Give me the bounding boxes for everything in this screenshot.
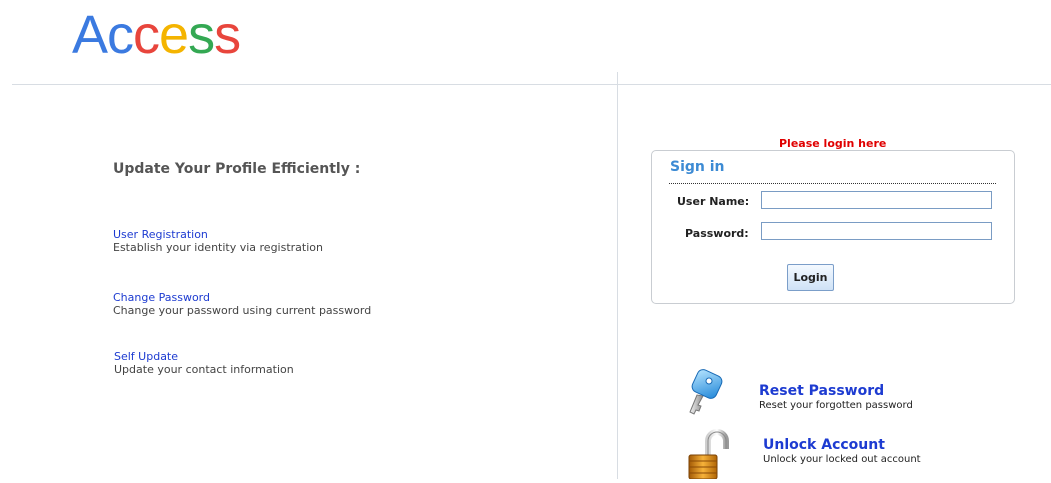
logo-letter: c <box>107 5 134 65</box>
key-icon[interactable] <box>684 368 742 420</box>
unlock-account-link[interactable]: Unlock Account <box>763 437 921 453</box>
reset-password-description: Reset your forgotten password <box>759 400 913 411</box>
login-prompt: Please login here <box>779 137 887 150</box>
self-update-link[interactable]: Self Update <box>114 350 294 363</box>
unlock-account-action: Unlock Account Unlock your locked out ac… <box>763 437 921 467</box>
logo-letter: c <box>133 5 160 65</box>
password-label: Password: <box>685 227 749 240</box>
feature-description: Change your password using current passw… <box>113 304 372 317</box>
reset-password-link[interactable]: Reset Password <box>759 383 913 399</box>
unlock-account-description: Unlock your locked out account <box>763 454 921 465</box>
feature-self-update: Self Update Update your contact informat… <box>114 350 294 376</box>
signin-divider <box>669 183 996 184</box>
logo-letter: A <box>72 5 108 65</box>
signin-title: Sign in <box>670 159 725 175</box>
change-password-link[interactable]: Change Password <box>113 291 371 304</box>
reset-password-action: Reset Password Reset your forgotten pass… <box>759 383 913 413</box>
logo-letter: s <box>214 5 241 65</box>
user-registration-link[interactable]: User Registration <box>113 228 323 241</box>
feature-change-password: Change Password Change your password usi… <box>113 291 371 317</box>
signin-panel: Sign in User Name: Password: Login <box>651 150 1015 304</box>
feature-description: Establish your identity via registration <box>113 241 323 254</box>
feature-user-registration: User Registration Establish your identit… <box>113 228 323 254</box>
login-button[interactable]: Login <box>787 264 834 291</box>
username-input[interactable] <box>761 191 992 209</box>
username-label: User Name: <box>677 195 750 208</box>
column-divider <box>617 72 618 479</box>
profile-heading: Update Your Profile Efficiently : <box>113 161 361 177</box>
padlock-icon[interactable] <box>686 429 738 480</box>
logo-letter: s <box>188 5 215 65</box>
feature-description: Update your contact information <box>114 363 294 376</box>
logo-letter: e <box>159 5 189 65</box>
header-divider <box>12 84 1051 85</box>
access-logo: Access <box>72 5 241 65</box>
password-input[interactable] <box>761 222 992 240</box>
